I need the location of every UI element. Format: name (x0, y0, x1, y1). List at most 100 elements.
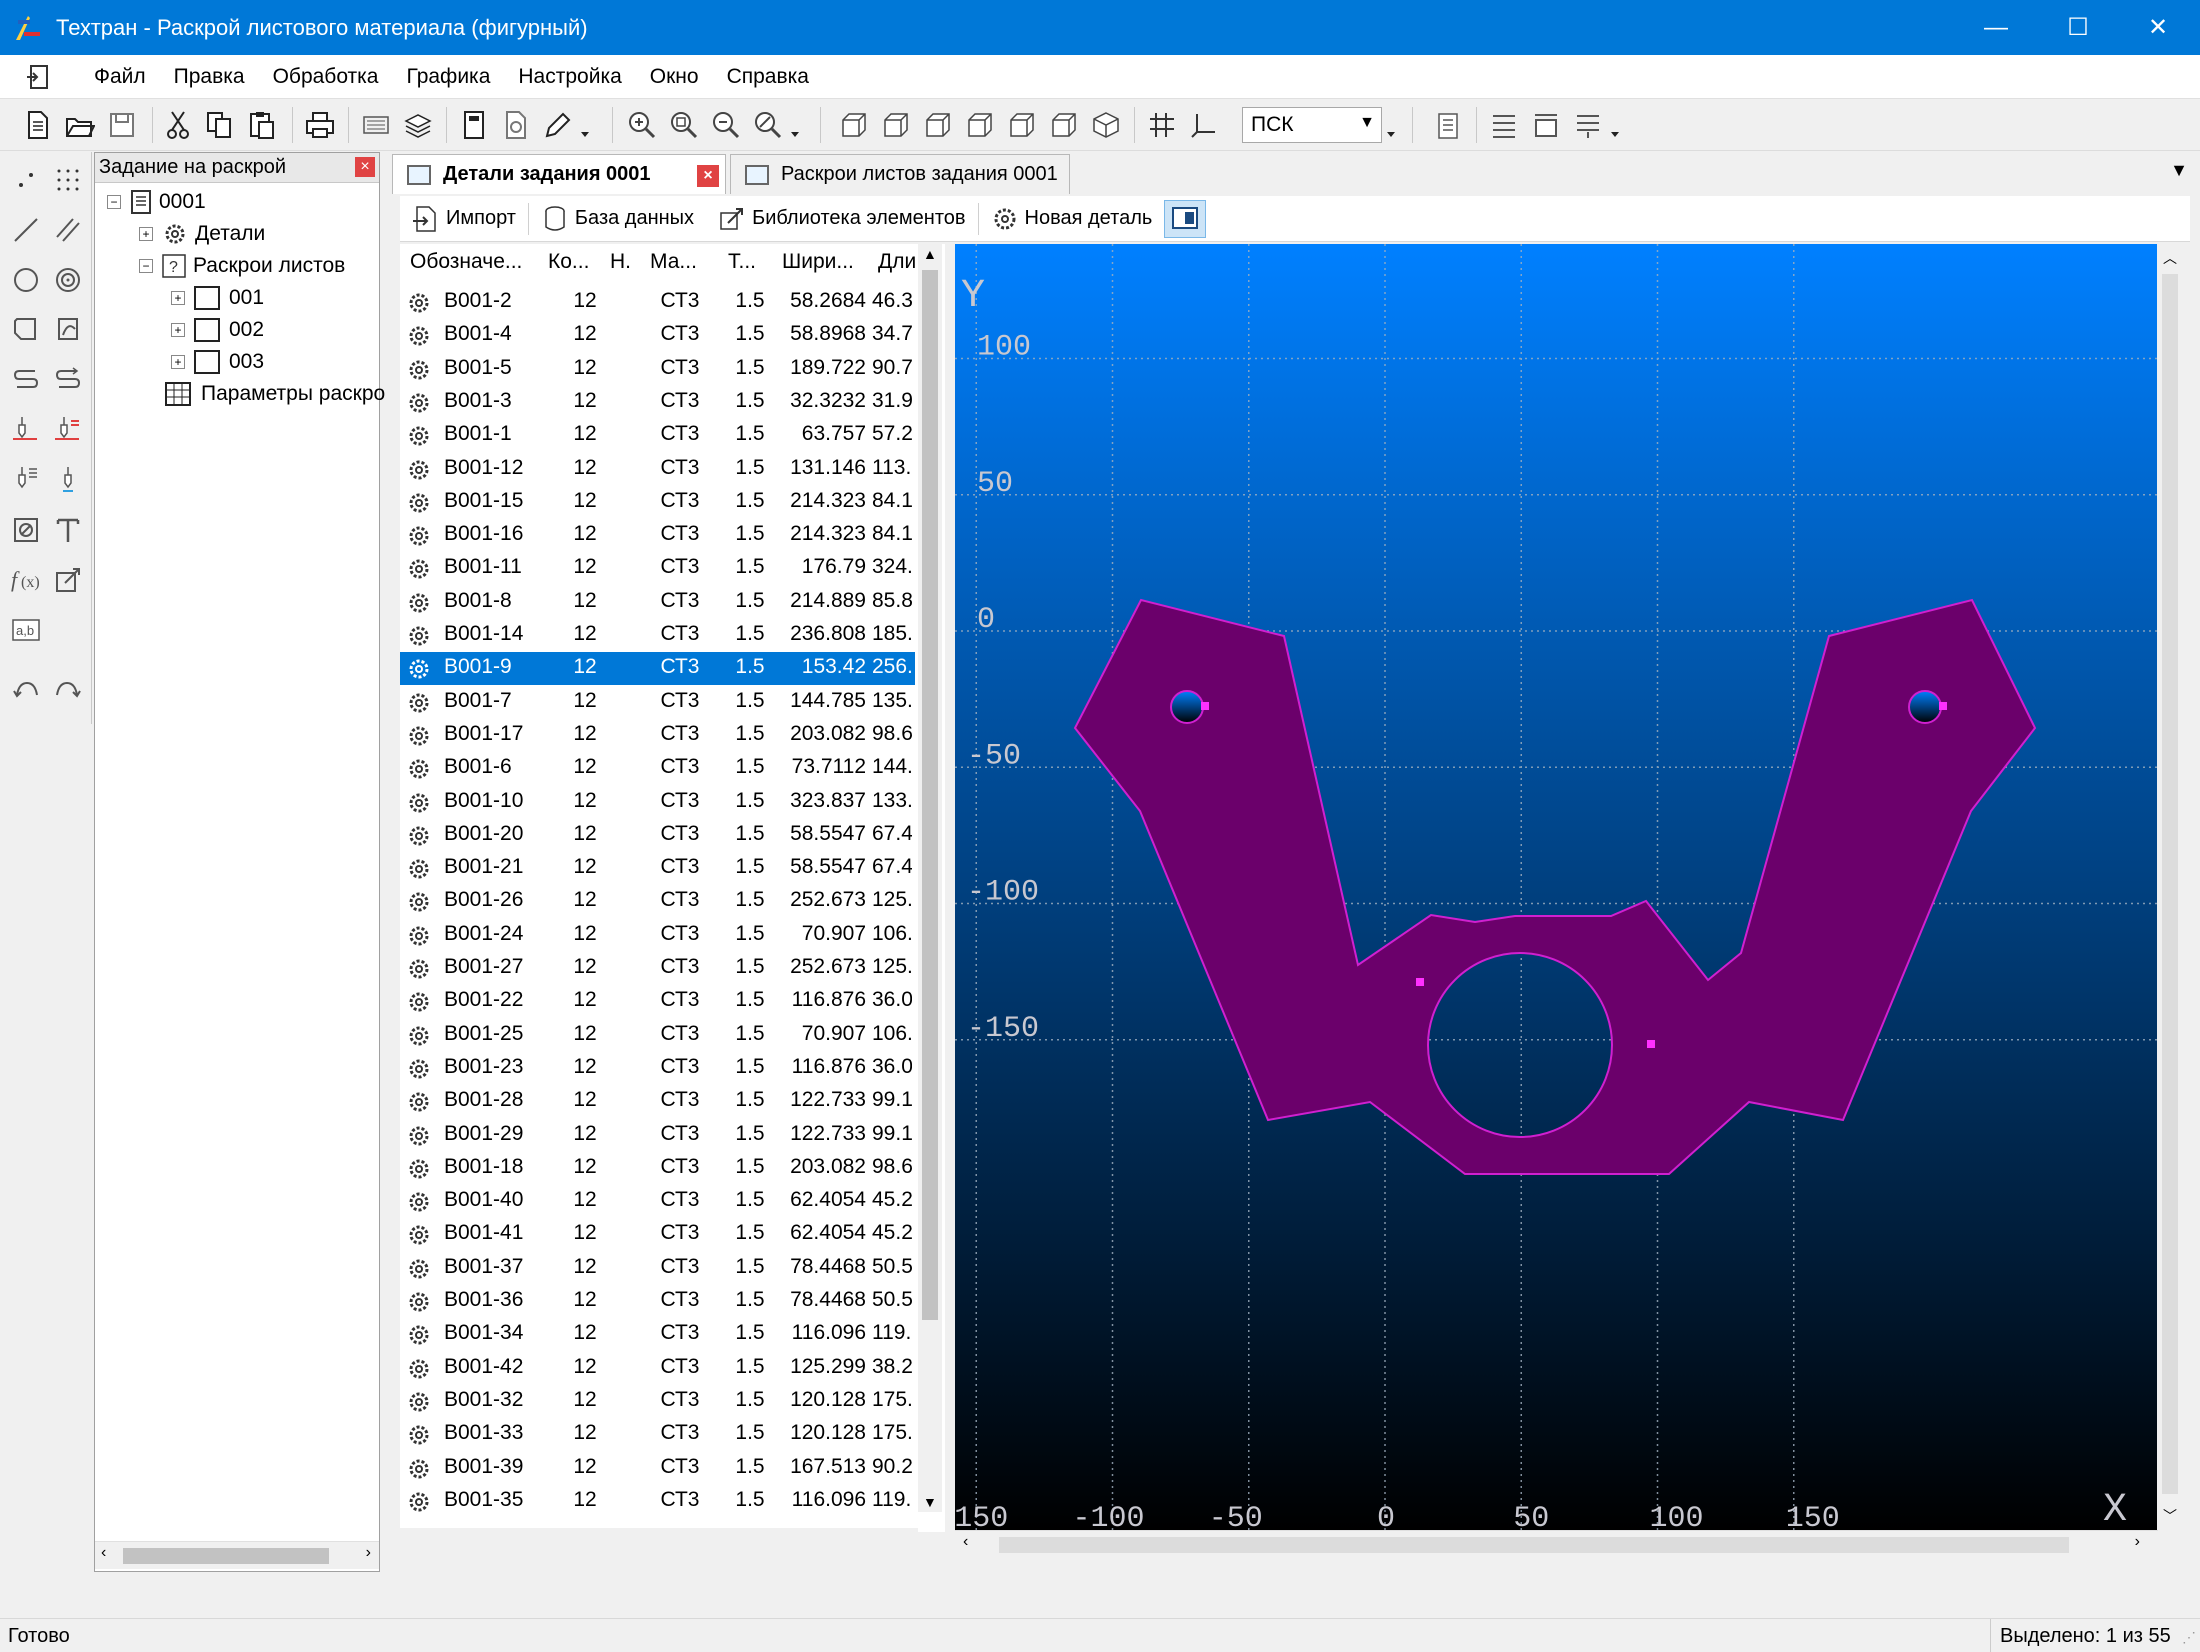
view-bottom-icon[interactable] (1046, 107, 1082, 143)
redo-icon[interactable] (50, 672, 86, 708)
table-vertical-scrollbar[interactable]: ▲ ▼ (918, 244, 942, 1512)
cut-icon[interactable] (160, 107, 196, 143)
view-left-icon[interactable] (920, 107, 956, 143)
scroll-right-icon[interactable]: › (905, 1528, 910, 1532)
view-right-icon[interactable] (962, 107, 998, 143)
table-row[interactable]: B001-22 12 СТ3 1.5 116.87636.07 (400, 985, 915, 1018)
element-library-button[interactable]: Библиотека элементов (706, 199, 977, 239)
resize-grip-icon[interactable]: ⋰ (2182, 1629, 2196, 1646)
column-header[interactable]: Дли (878, 250, 918, 280)
column-header[interactable]: Ма... (650, 250, 710, 280)
table-row[interactable]: B001-8 12 СТ3 1.5 214.88985.84 (400, 586, 915, 619)
column-header[interactable]: Ко... (548, 250, 598, 280)
scroll-up-icon[interactable]: ︿ (2163, 248, 2177, 268)
scroll-down-icon[interactable]: ﹀ (2163, 1506, 2177, 1526)
align-dropdown-icon[interactable] (1608, 107, 1622, 143)
align-center-icon[interactable] (1528, 107, 1564, 143)
close-icon[interactable]: × (355, 157, 375, 177)
circle-tool-icon[interactable] (8, 262, 44, 298)
table-row[interactable]: B001-6 12 СТ3 1.5 73.7112144.2 (400, 752, 915, 785)
table-row[interactable]: B001-20 12 СТ3 1.5 58.554767.49 (400, 819, 915, 852)
table-row[interactable]: B001-18 12 СТ3 1.5 203.08298.61 (400, 1152, 915, 1185)
table-row[interactable]: B001-16 12 СТ3 1.5 214.32384.14 (400, 519, 915, 552)
zoom-out-icon[interactable] (708, 107, 744, 143)
preview-toggle-button[interactable] (1164, 199, 1207, 238)
maximize-button[interactable]: ☐ (2038, 0, 2118, 55)
tree-node-root[interactable]: − 0001 (107, 187, 206, 217)
new-document-icon[interactable] (20, 107, 56, 143)
table-row[interactable]: B001-15 12 СТ3 1.5 214.32384.14 (400, 486, 915, 519)
scroll-left-icon[interactable]: ‹ (963, 1533, 968, 1551)
table-row[interactable]: B001-35 12 СТ3 1.5 116.096119.7 (400, 1485, 915, 1518)
part-preview-canvas[interactable]: 150100500-50-100-150 -150-100-5005010015… (955, 244, 2157, 1530)
column-header[interactable]: Т... (728, 250, 768, 280)
menu-file[interactable]: Файл (80, 65, 160, 89)
import-button[interactable]: Импорт (400, 199, 528, 239)
paste-icon[interactable] (244, 107, 280, 143)
table-horizontal-scrollbar[interactable]: ‹ › (400, 1528, 918, 1532)
table-row[interactable]: B001-40 12 СТ3 1.5 62.405445.29 (400, 1185, 915, 1218)
spline-tool-icon[interactable] (50, 312, 86, 348)
coordinate-axes-icon[interactable] (1186, 107, 1222, 143)
table-row[interactable]: B001-39 12 СТ3 1.5 167.51390.22 (400, 1452, 915, 1485)
table-row[interactable]: B001-21 12 СТ3 1.5 58.554767.49 (400, 852, 915, 885)
point-grid-icon[interactable] (50, 162, 86, 198)
table-row[interactable]: B001-26 12 СТ3 1.5 252.673125.1 (400, 885, 915, 918)
menu-edit[interactable]: Правка (160, 65, 259, 89)
tree-node-params[interactable]: Параметры раскро (163, 379, 385, 409)
expand-icon[interactable]: + (139, 227, 153, 241)
scroll-left-icon[interactable]: ‹ (101, 1544, 106, 1562)
tree-node-sheet-001[interactable]: + 001 (171, 283, 264, 313)
tree-node-sheet-003[interactable]: + 003 (171, 347, 264, 377)
view-top-icon[interactable] (1004, 107, 1040, 143)
table-row[interactable]: B001-11 12 СТ3 1.5 176.79324.1 (400, 552, 915, 585)
equidistant-tool-icon[interactable] (50, 362, 86, 398)
zoom-window-icon[interactable] (666, 107, 702, 143)
table-row[interactable]: B001-37 12 СТ3 1.5 78.446850.55 (400, 1252, 915, 1285)
hole-tool-icon[interactable] (8, 512, 44, 548)
calculator-icon[interactable] (456, 107, 492, 143)
tabs-menu-icon[interactable]: ▼ (2170, 160, 2188, 181)
close-tab-icon[interactable]: × (697, 165, 719, 187)
table-row[interactable]: B001-14 12 СТ3 1.5 236.808 185.1 (400, 619, 915, 652)
view-isometric-icon[interactable] (1088, 107, 1124, 143)
menu-window[interactable]: Окно (636, 65, 713, 89)
expand-icon[interactable]: + (171, 291, 185, 305)
scroll-up-icon[interactable]: ▲ (923, 246, 937, 262)
point-tool-icon[interactable] (8, 162, 44, 198)
measure-tool-icon[interactable] (50, 562, 86, 598)
table-row[interactable]: B001-27 12 СТ3 1.5 252.673 125.1 (400, 952, 915, 985)
tab-parts[interactable]: Детали задания 0001 × (392, 154, 726, 194)
tree-node-layouts[interactable]: − ? Раскрои листов (139, 251, 345, 281)
column-header[interactable]: Шири... (782, 250, 852, 280)
scroll-right-icon[interactable]: › (366, 1544, 371, 1562)
save-icon[interactable] (104, 107, 140, 143)
line-tool-icon[interactable] (8, 212, 44, 248)
menu-processing[interactable]: Обработка (259, 65, 393, 89)
undo-icon[interactable] (8, 672, 44, 708)
tab-layouts[interactable]: Раскрои листов задания 0001 (730, 154, 1070, 194)
table-row[interactable]: B001-41 12 СТ3 1.5 62.405445.29 (400, 1218, 915, 1251)
cutter-approach-icon[interactable] (50, 462, 86, 498)
database-button[interactable]: База данных (529, 199, 706, 239)
table-row[interactable]: B001-36 12 СТ3 1.5 78.4468 50.55 (400, 1285, 915, 1318)
tree-horizontal-scrollbar[interactable]: ‹ › (95, 1541, 379, 1569)
coordinate-system-select[interactable]: ПСК ▼ (1242, 107, 1382, 143)
table-row[interactable]: B001-1 12 СТ3 1.5 63.75757.23 (400, 419, 915, 452)
tree-node-sheet-002[interactable]: + 002 (171, 315, 264, 345)
pencil-icon[interactable] (540, 107, 576, 143)
table-row[interactable]: B001-5 12 СТ3 1.5 189.72290.75 (400, 353, 915, 386)
zoom-dropdown-icon[interactable] (788, 107, 802, 143)
scroll-right-icon[interactable]: › (2135, 1533, 2140, 1551)
align-bottom-icon[interactable] (1570, 107, 1606, 143)
table-row[interactable]: B001-29 12 СТ3 1.5 122.73399.15 (400, 1119, 915, 1152)
minimize-button[interactable]: — (1956, 0, 2036, 55)
function-tool-icon[interactable]: f (x) (8, 562, 44, 598)
scroll-thumb[interactable] (123, 1548, 329, 1564)
dimension-tool-icon[interactable]: a,b (8, 612, 44, 648)
close-window-button[interactable]: ✕ (2118, 0, 2198, 55)
table-row[interactable]: B001-3 12 СТ3 1.5 32.323231.97 (400, 386, 915, 419)
table-row[interactable]: B001-4 12 СТ3 1.5 58.896834.79 (400, 319, 915, 352)
contour-tool-icon[interactable] (8, 312, 44, 348)
table-row[interactable]: B001-7 12 СТ3 1.5 144.785135.9 (400, 686, 915, 719)
